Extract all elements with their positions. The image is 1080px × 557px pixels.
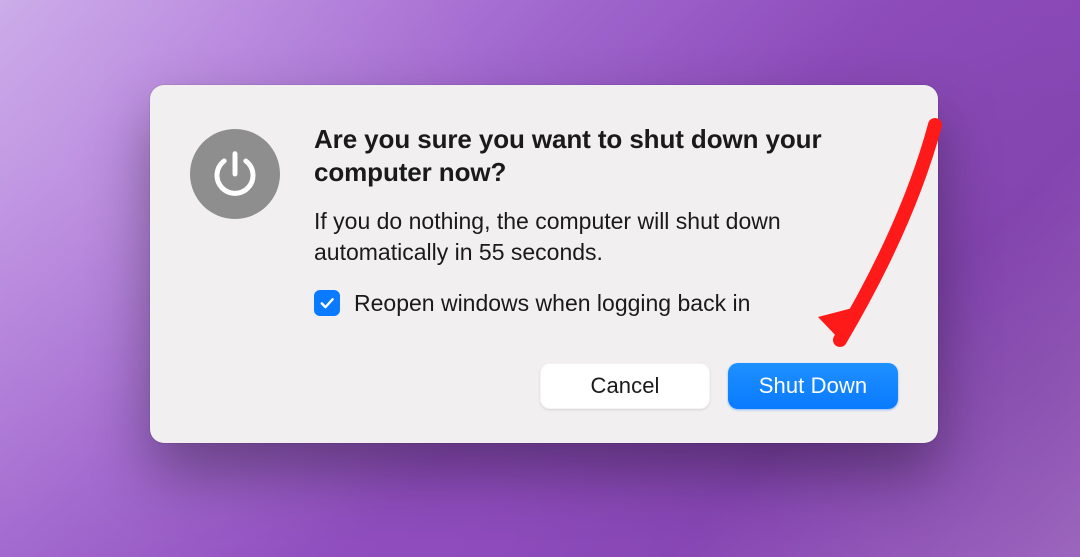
reopen-windows-checkbox[interactable]	[314, 290, 340, 316]
dialog-icon-wrap	[190, 123, 280, 409]
shutdown-dialog: Are you sure you want to shut down your …	[150, 85, 938, 443]
dialog-title: Are you sure you want to shut down your …	[314, 123, 898, 190]
dialog-content: Are you sure you want to shut down your …	[314, 123, 898, 409]
dialog-message: If you do nothing, the computer will shu…	[314, 206, 898, 268]
power-icon	[190, 129, 280, 219]
dialog-button-row: Cancel Shut Down	[314, 363, 898, 409]
reopen-windows-option[interactable]: Reopen windows when logging back in	[314, 290, 898, 317]
cancel-button[interactable]: Cancel	[540, 363, 710, 409]
reopen-windows-label[interactable]: Reopen windows when logging back in	[354, 290, 750, 317]
shutdown-button[interactable]: Shut Down	[728, 363, 898, 409]
